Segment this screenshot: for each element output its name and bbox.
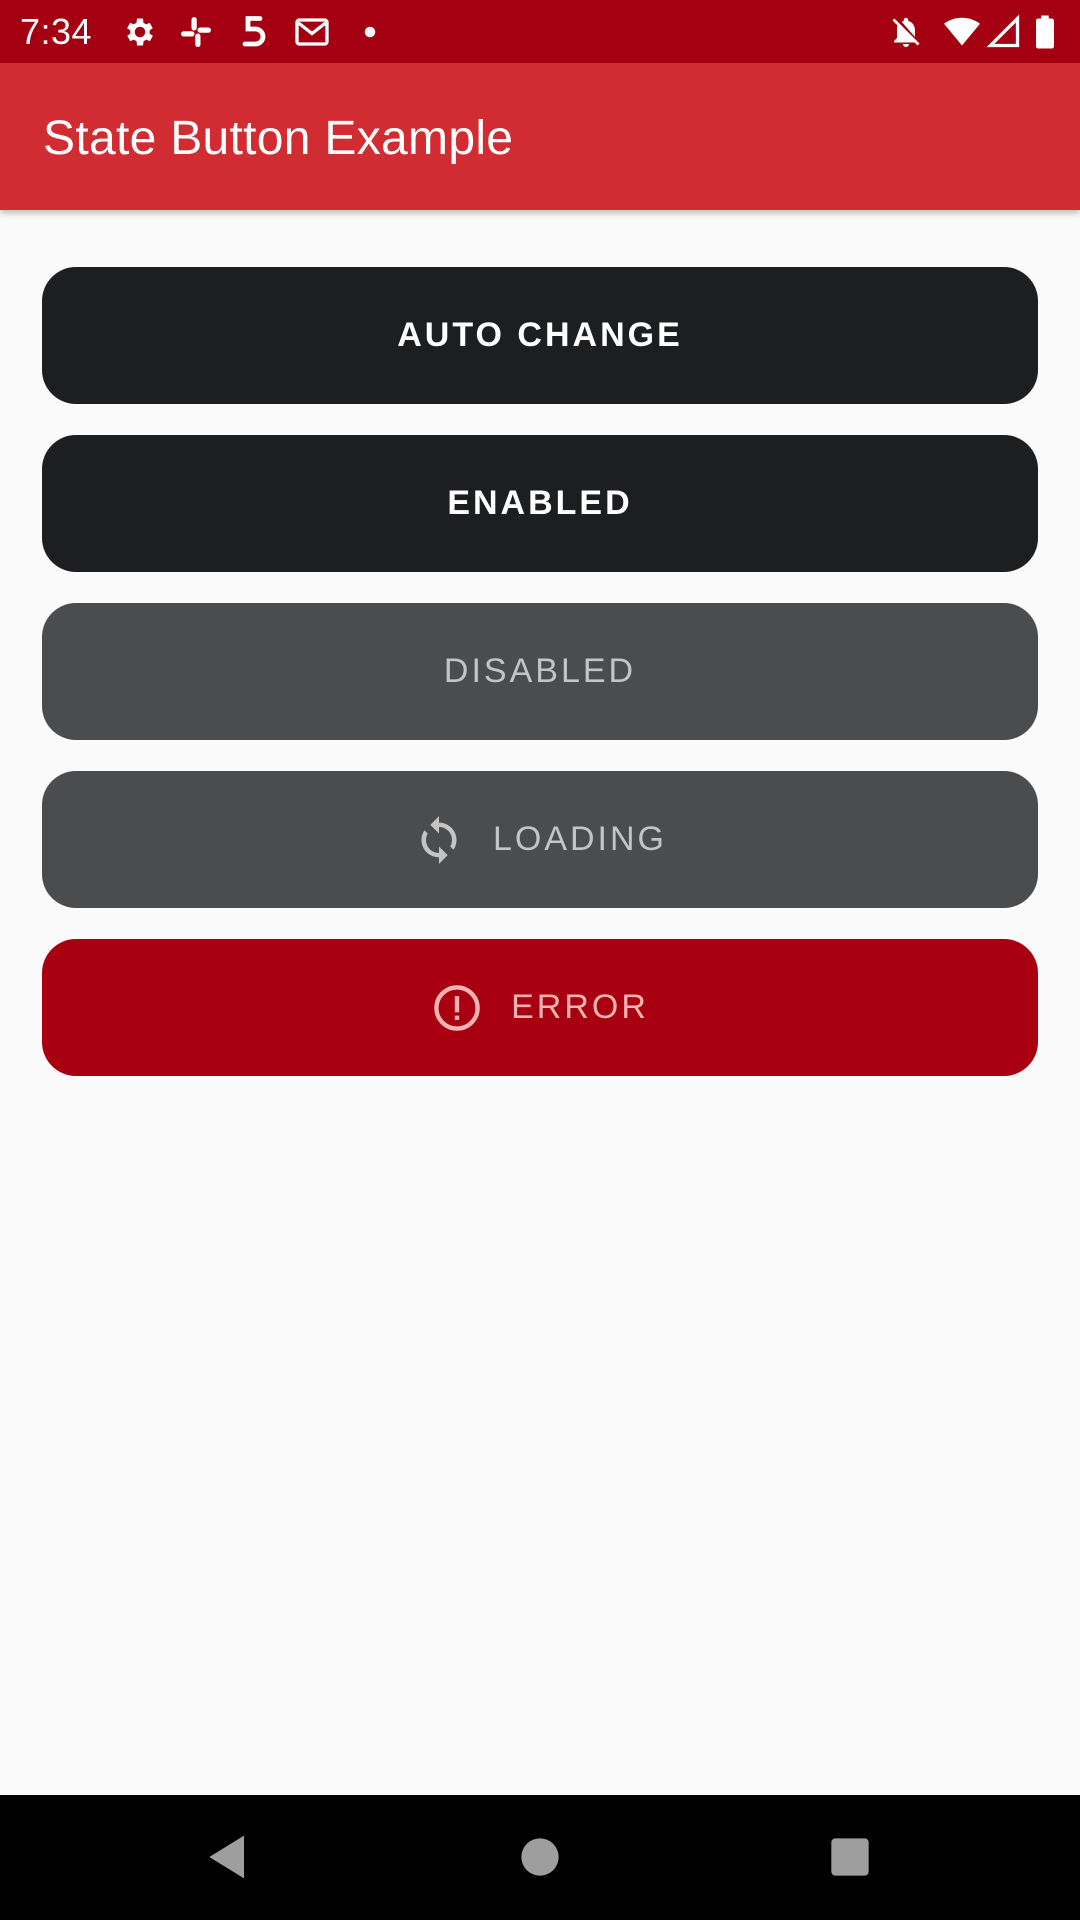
- wifi-icon: [944, 14, 980, 50]
- recents-icon[interactable]: [818, 1825, 882, 1889]
- enabled-button[interactable]: ENABLED: [42, 435, 1038, 572]
- slack-icon: [178, 14, 214, 50]
- back-icon[interactable]: [196, 1825, 260, 1889]
- app-s-icon: [236, 14, 272, 50]
- status-bar: 7:34: [0, 0, 1080, 63]
- notifications-off-icon: [888, 14, 924, 50]
- home-icon[interactable]: [508, 1825, 572, 1889]
- dot-icon: [352, 14, 388, 50]
- settings-icon: [122, 14, 158, 50]
- status-time: 7:34: [20, 11, 93, 52]
- app-bar: State Button Example: [0, 63, 1080, 210]
- page-title: State Button Example: [43, 112, 514, 165]
- button-label: DISABLED: [443, 652, 637, 690]
- navigation-bar: [0, 1795, 1080, 1920]
- loading-button: LOADING: [42, 771, 1038, 908]
- gmail-icon: [294, 14, 330, 50]
- button-label: ENABLED: [447, 484, 633, 522]
- button-label: LOADING: [492, 820, 668, 858]
- signal-icon: [986, 14, 1022, 50]
- button-label: AUTO CHANGE: [397, 316, 683, 354]
- refresh-icon: [413, 814, 465, 866]
- error-button[interactable]: ERROR: [42, 939, 1038, 1076]
- error-icon: [431, 982, 483, 1034]
- button-label: ERROR: [511, 988, 649, 1026]
- disabled-button: DISABLED: [42, 603, 1038, 740]
- auto-change-button[interactable]: AUTO CHANGE: [42, 267, 1038, 404]
- battery-icon: [1034, 14, 1056, 50]
